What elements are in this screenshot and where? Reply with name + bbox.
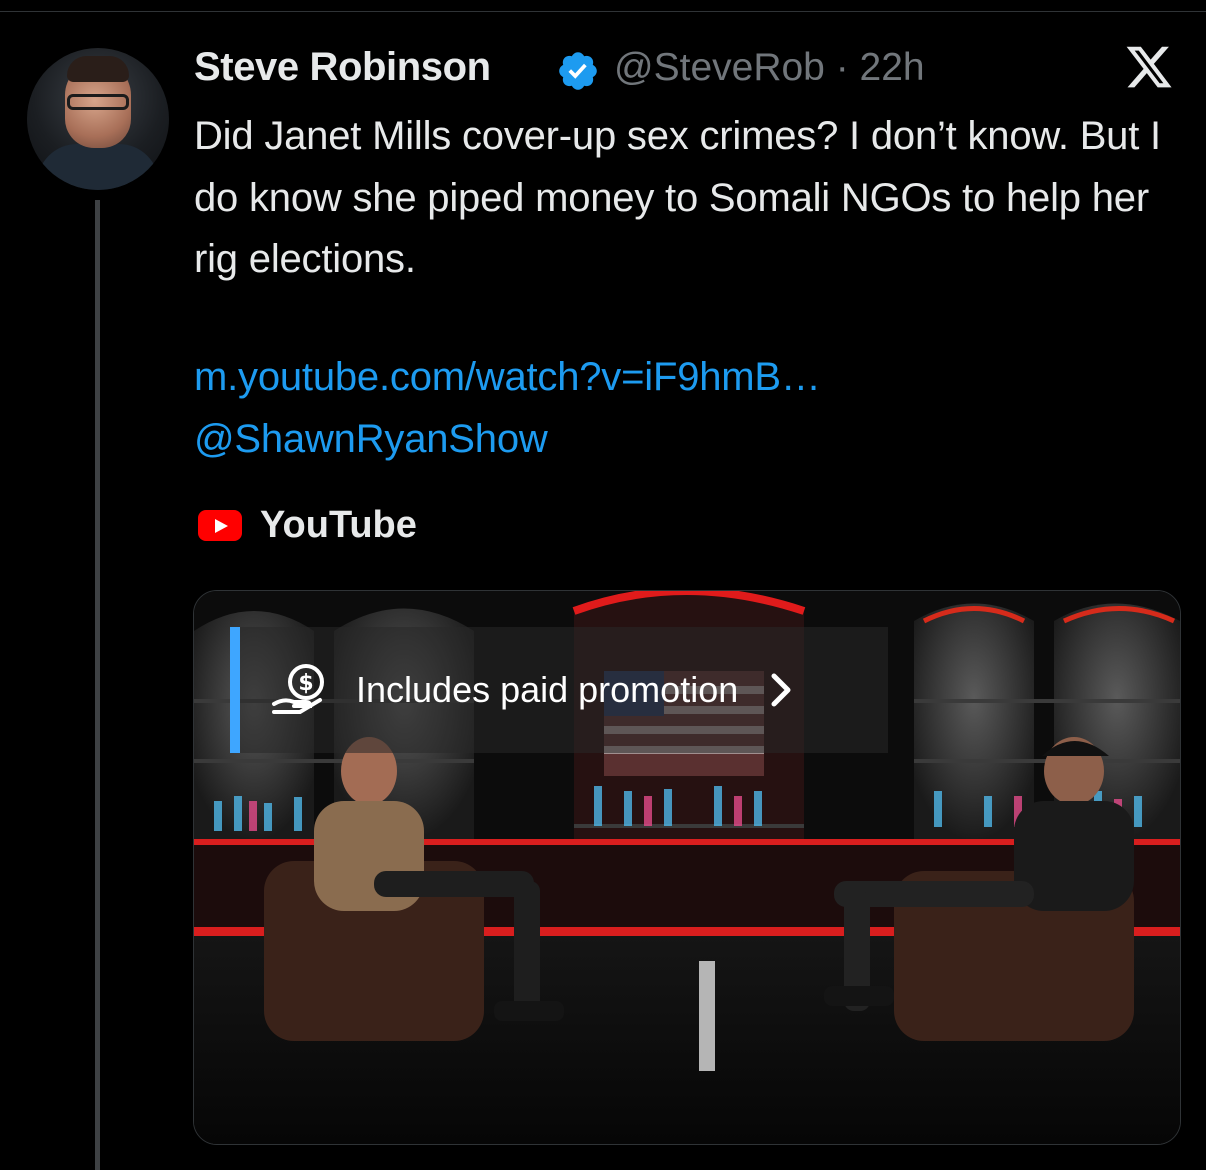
card-source: YouTube [198, 500, 417, 550]
author-name[interactable]: Steve Robinson [194, 45, 491, 90]
top-divider [0, 11, 1206, 12]
handle-and-timestamp[interactable]: @SteveRob · 22h [614, 46, 925, 90]
verified-badge-icon [559, 52, 597, 90]
youtube-icon [198, 509, 242, 541]
paid-promotion-banner[interactable]: $ Includes paid promotion [230, 627, 888, 753]
tweet-text: Did Janet Mills cover-up sex crimes? I d… [194, 114, 1161, 281]
avatar[interactable] [27, 48, 169, 190]
mention-link[interactable]: @ShawnRyanShow [194, 417, 548, 462]
chevron-right-icon [771, 673, 791, 707]
paid-promotion-label: Includes paid promotion [356, 669, 739, 710]
source-label: YouTube [260, 503, 417, 546]
thread-connector-line [95, 200, 100, 1170]
youtube-link[interactable]: m.youtube.com/watch?v=iF9hmB… [194, 355, 821, 400]
x-logo-icon [1126, 46, 1172, 88]
svg-text:$: $ [298, 671, 313, 696]
video-thumbnail[interactable]: $ Includes paid promotion [193, 590, 1181, 1145]
paid-promotion-icon: $ [272, 664, 324, 714]
